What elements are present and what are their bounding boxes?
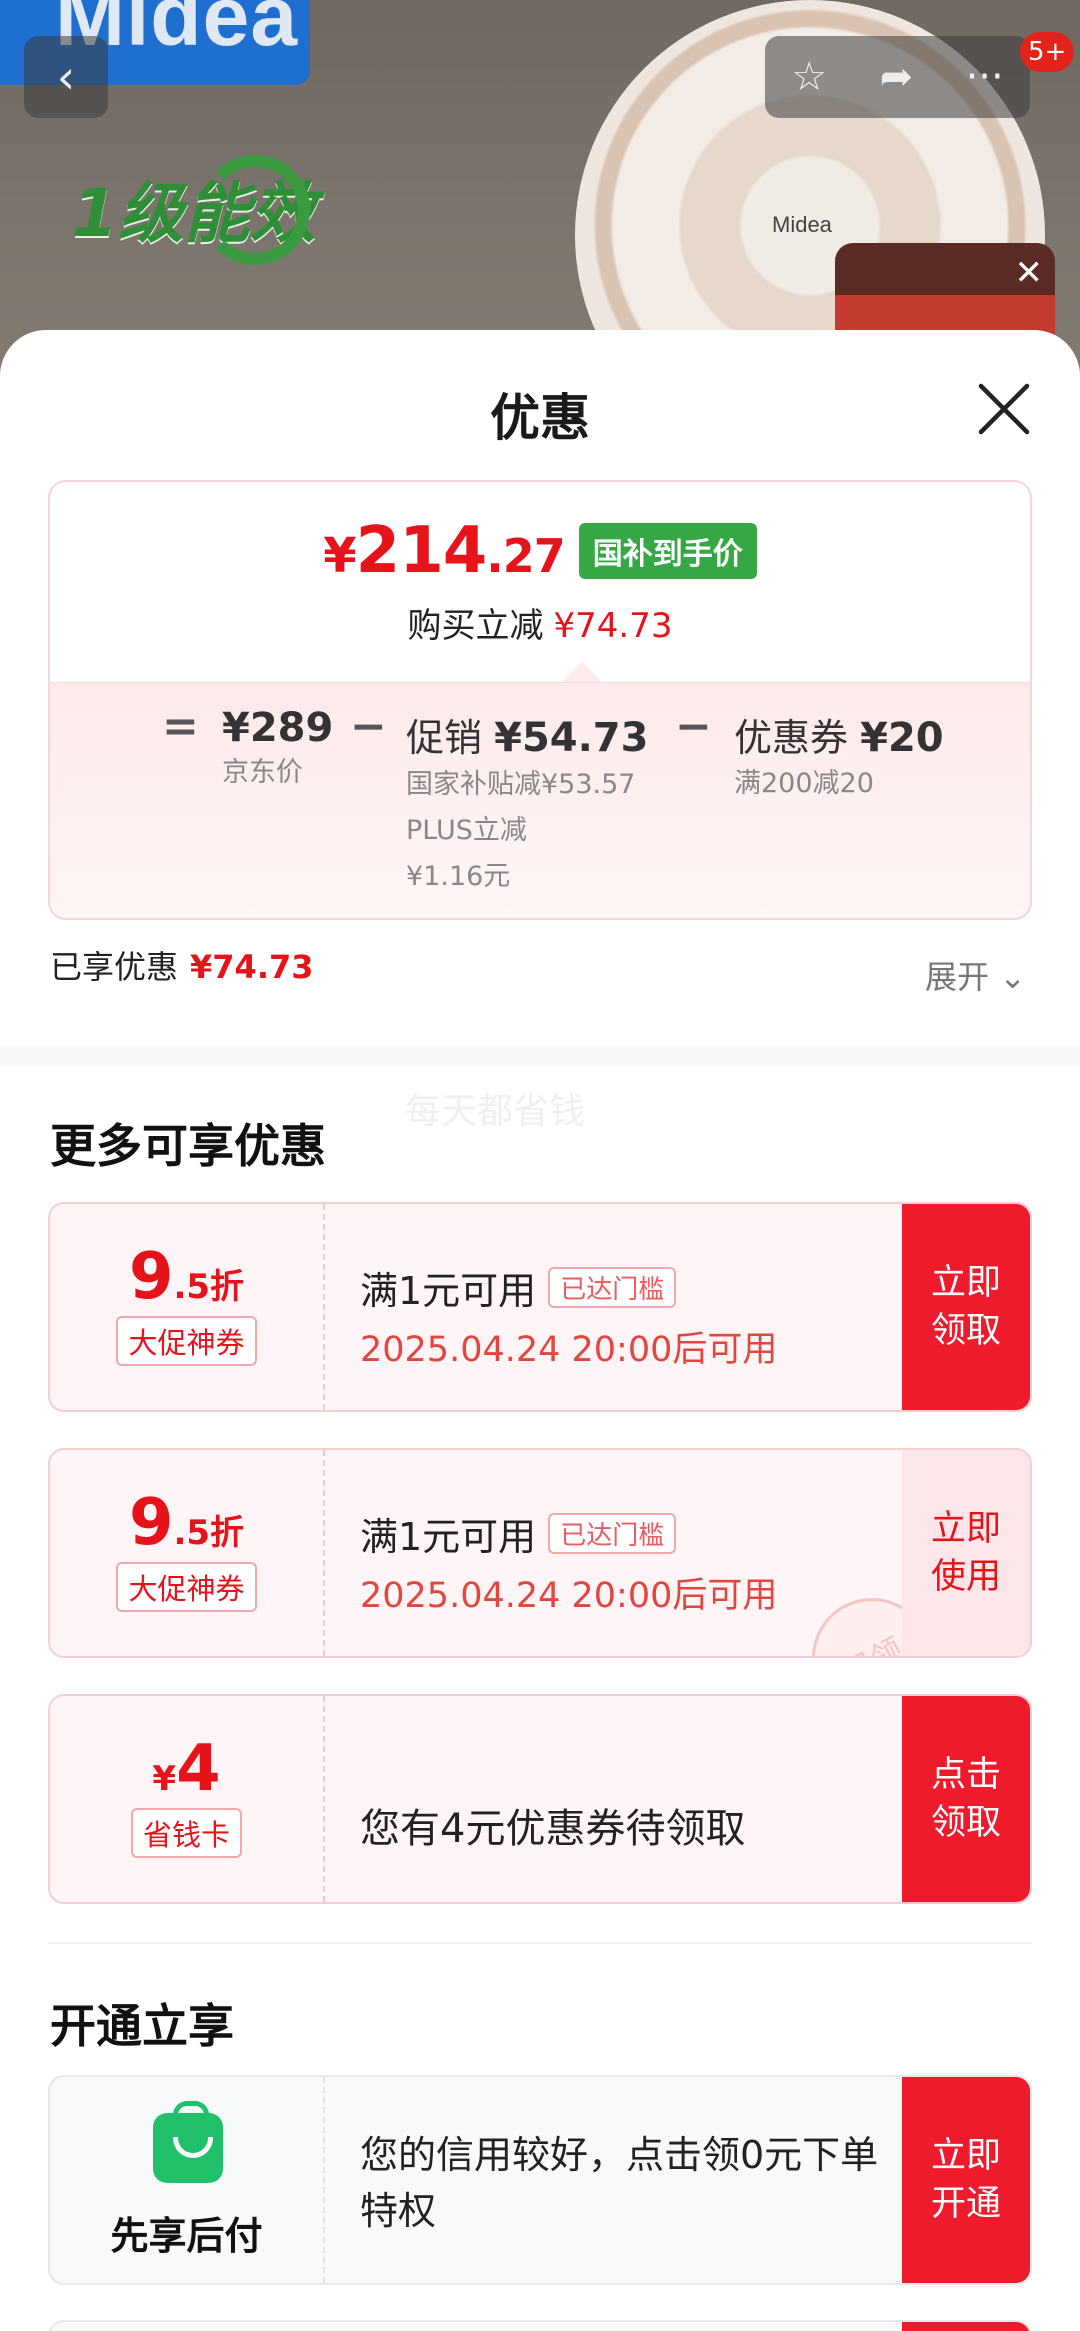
coupon-time: 2025.04.24 20:00后可用 [360,1330,778,1370]
next-card-partial [48,2320,1032,2331]
star-icon[interactable]: ☆ [791,54,827,100]
coupon-card: 9.5折 大促神券 满1元可用 已达门槛 2025.04.24 20:00后可用 … [48,1202,1032,1412]
expand-button[interactable]: 展开 ⌄ [925,952,1026,998]
pay-later-name: 先享后付 [110,2214,263,2258]
coupon-value-area: 9.5折 大促神券 [50,1450,325,1656]
more-icon[interactable]: ··· [966,54,1004,100]
close-icon[interactable] [975,380,1033,438]
final-price-area: ¥214.27 国补到手价 购买立减 ¥74.73 [50,482,1030,682]
open-section-title: 开通立享 [50,1999,234,2053]
coupon-info: 您有4元优惠券待领取 [360,1806,746,1852]
notification-badge: 5+ [1020,32,1075,72]
activate-button[interactable]: 立即 开通 [902,2077,1030,2283]
sheet-title: 优惠 [490,389,590,447]
more-offers-title: 更多可享优惠 [50,1119,326,1173]
purchase-reduction: 购买立减 ¥74.73 [407,606,673,646]
back-button[interactable]: ‹ [24,36,108,118]
shopping-bag-icon [153,2101,223,2183]
minus-sign-2: − [675,701,712,752]
pay-later-brand: 先享后付 [50,2077,325,2283]
coupon-time: 2025.04.24 20:00后可用 [360,1576,778,1616]
coupon-value-area: 9.5折 大促神券 [50,1204,325,1410]
divider [48,1942,1032,1944]
card-notch [562,662,602,682]
enjoyed-discount: 已享优惠 ¥74.73 [50,948,314,986]
coupon-type-tag: 大促神券 [116,1316,257,1366]
use-coupon-button[interactable]: 立即 使用 [902,1450,1030,1656]
price-formula: = ¥289 京东价 − 促销 ¥54.73 国家补贴减¥53.57 PLUS立… [50,682,1030,918]
fan-logo: Midea [772,212,832,237]
share-icon[interactable]: ➦ [880,54,914,100]
minus-sign-1: − [350,701,387,752]
saving-card-coupon: ¥4 省钱卡 您有4元优惠券待领取 点击 领取 [48,1694,1032,1904]
energy-ring-decoration [200,155,310,265]
chevron-down-icon: ⌄ [999,958,1026,996]
coupon-column: 优惠券 ¥20 满200减20 [734,715,944,799]
coupon-value-area: ¥4 省钱卡 [50,1696,325,1902]
claim-saving-card-button[interactable]: 点击 领取 [902,1696,1030,1902]
coupon-type-tag: 大促神券 [116,1562,257,1612]
chevron-left-icon: ‹ [56,50,76,104]
subsidy-price-tag: 国补到手价 [578,523,757,579]
claim-coupon-button[interactable]: 立即 领取 [902,1204,1030,1410]
jd-price-column: ¥289 京东价 [222,705,334,788]
product-image-background: Midea 1级能效 Midea ‹ ☆ ➦ ··· 5+ ✕ [0,0,1080,380]
equal-sign: = [162,701,199,752]
next-card-button[interactable] [902,2322,1030,2331]
coupon-card: 9.5折 大促神券 满1元可用 已达门槛 2025.04.24 20:00后可用 … [48,1448,1032,1658]
final-price: ¥214.27 [323,514,565,588]
watermark-text: 每天都省钱 [405,1091,586,1132]
pay-later-text: 您的信用较好，点击领0元下单特权 [360,2133,879,2233]
top-action-group: ☆ ➦ ··· [765,36,1030,118]
coupon-type-tag: 省钱卡 [130,1808,242,1858]
promo-column: 促销 ¥54.73 国家补贴减¥53.57 PLUS立减 ¥1.16元 [406,715,649,892]
coupon-info: 满1元可用 已达门槛 2025.04.24 20:00后可用 [360,1513,778,1616]
pay-later-card: 先享后付 您的信用较好，点击领0元下单特权 立即 开通 [48,2075,1032,2285]
coupon-info: 满1元可用 已达门槛 2025.04.24 20:00后可用 [360,1267,778,1370]
threshold-badge: 已达门槛 [548,1513,677,1554]
price-breakdown-card: ¥214.27 国补到手价 购买立减 ¥74.73 = ¥289 京东价 − 促销… [48,480,1032,920]
close-video-icon[interactable]: ✕ [1015,253,1044,293]
threshold-badge: 已达门槛 [548,1267,677,1308]
section-divider [0,1046,1080,1066]
discount-sheet: 优惠 ¥214.27 国补到手价 购买立减 ¥74.73 = ¥289 京东价 −… [0,330,1080,2331]
